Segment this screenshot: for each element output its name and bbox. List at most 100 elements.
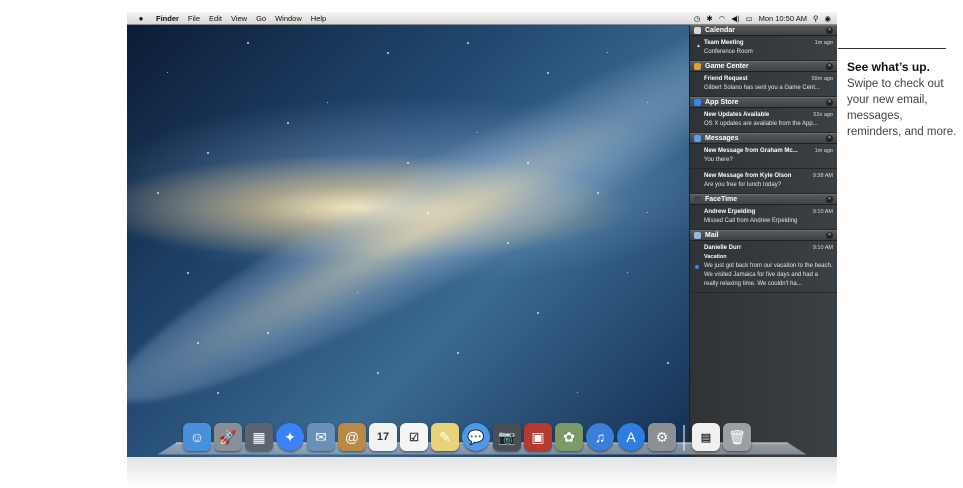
notification-group-header[interactable]: Game Center × (690, 61, 837, 72)
close-icon[interactable]: × (826, 232, 833, 239)
volume-icon[interactable]: ◀) (731, 14, 739, 23)
star (217, 392, 219, 394)
desktop-screenshot: ● Finder File Edit View Go Window Help ◷… (127, 12, 837, 457)
menu-finder[interactable]: Finder (156, 14, 179, 23)
bluetooth-icon[interactable]: ✱ (706, 14, 712, 23)
calendar-icon[interactable]: 17 (369, 423, 397, 451)
safari-icon[interactable]: ✦ (276, 423, 304, 451)
notification-time: 59m ago (811, 76, 833, 82)
notification-group-calendar: Calendar × ▲ Team Meeting 1m ago Conference R… (690, 25, 837, 61)
notification-item[interactable]: New Message from Graham Mc... 1m ago You t… (690, 144, 837, 168)
close-icon[interactable]: × (826, 27, 833, 34)
app-store-icon[interactable]: A (617, 423, 645, 451)
notification-time: 52s ago (813, 112, 833, 118)
notification-body: Are you free for lunch today? (704, 182, 782, 188)
wifi-icon[interactable]: ◠ (719, 14, 726, 23)
star (157, 192, 159, 194)
pages-document-icon[interactable]: ▤ (692, 423, 720, 451)
notification-body: You there? (704, 157, 733, 163)
star (667, 362, 669, 364)
notification-group-header[interactable]: Mail × (690, 230, 837, 241)
star (207, 152, 209, 154)
notification-subject: Vacation (704, 254, 727, 260)
star (197, 342, 199, 344)
notification-item[interactable]: Andrew Erpelding 9:10 AM Missed Call from … (690, 205, 837, 229)
trash-icon[interactable]: 🗑 (723, 423, 751, 451)
star (327, 102, 328, 103)
menu-file[interactable]: File (188, 14, 200, 23)
star (407, 162, 409, 164)
close-icon[interactable]: × (826, 99, 833, 106)
notification-title: New Message from Graham Mc... (704, 148, 798, 154)
clock[interactable]: Mon 10:50 AM (759, 14, 807, 23)
notification-body: Gilbert Solano has sent you a Game Cent.… (704, 85, 821, 91)
notification-group-app-store: App Store × New Updates Available 52s ago OS… (690, 97, 837, 133)
star (387, 52, 389, 54)
notification-app-name: Game Center (705, 63, 749, 70)
star (477, 132, 478, 133)
facetime-icon[interactable]: 📷 (493, 423, 521, 451)
star (547, 72, 549, 74)
stage: ● Finder File Edit View Go Window Help ◷… (0, 0, 963, 488)
star (167, 72, 168, 73)
close-icon[interactable]: × (826, 135, 833, 142)
star (457, 352, 459, 354)
close-icon[interactable]: × (826, 196, 833, 203)
contacts-icon[interactable]: @ (338, 423, 366, 451)
spotlight-search-icon[interactable]: ⚲ (813, 14, 819, 23)
menu-edit[interactable]: Edit (209, 14, 222, 23)
menu-view[interactable]: View (231, 14, 247, 23)
star (537, 312, 539, 314)
time-machine-icon[interactable]: ◷ (694, 14, 701, 23)
close-icon[interactable]: × (826, 63, 833, 70)
star (287, 122, 289, 124)
notification-time: 9:10 AM (812, 209, 833, 215)
notification-group-header[interactable]: Messages × (690, 133, 837, 144)
notification-item[interactable]: Danielle Durr 9:10 AM Vacation We just got … (690, 241, 837, 292)
system-preferences-icon[interactable]: ⚙ (648, 423, 676, 451)
notification-group-game-center: Game Center × Friend Request 59m ago Gilbert… (690, 61, 837, 97)
finder-icon[interactable]: ☺ (183, 423, 211, 451)
screen-reflection (127, 457, 837, 488)
launchpad-icon[interactable]: 🚀 (214, 423, 242, 451)
star (377, 372, 379, 374)
menu-window[interactable]: Window (275, 14, 302, 23)
callout-body: Swipe to check out your new email, messa… (847, 78, 957, 138)
notification-item[interactable]: New Updates Available 52s ago OS X updates… (690, 108, 837, 132)
notification-body: Conference Room (704, 49, 753, 55)
menu-help[interactable]: Help (311, 14, 326, 23)
app-store-icon (694, 99, 701, 106)
notification-item[interactable]: ▲ Team Meeting 1m ago Conference Room (690, 36, 837, 60)
game-center-icon (694, 63, 701, 70)
notification-center: Calendar × ▲ Team Meeting 1m ago Conference R… (689, 25, 837, 457)
mission-control-icon[interactable]: ▦ (245, 423, 273, 451)
star (647, 102, 648, 103)
mail-icon[interactable]: ✉ (307, 423, 335, 451)
messages-icon (694, 135, 701, 142)
alarm-icon: ▲ (696, 43, 701, 49)
divider (690, 292, 837, 293)
callout-title: See what’s up. (847, 60, 930, 74)
star (597, 192, 599, 194)
reminders-icon[interactable]: ☑ (400, 423, 428, 451)
notification-group-header[interactable]: App Store × (690, 97, 837, 108)
iphoto-icon[interactable]: ✿ (555, 423, 583, 451)
photo-booth-icon[interactable]: ▣ (524, 423, 552, 451)
star (247, 42, 249, 44)
notification-group-header[interactable]: FaceTime × (690, 194, 837, 205)
notification-item[interactable]: New Message from Kyle Olson 9:38 AM Are yo… (690, 169, 837, 193)
itunes-icon[interactable]: ♫ (586, 423, 614, 451)
notification-center-icon[interactable]: ◉ (824, 14, 831, 23)
star (607, 52, 608, 53)
notification-time: 9:38 AM (812, 173, 833, 179)
notification-item[interactable]: Friend Request 59m ago Gilbert Solano has … (690, 72, 837, 96)
menu-go[interactable]: Go (256, 14, 266, 23)
battery-icon[interactable]: ▭ (745, 14, 752, 23)
star (577, 392, 578, 393)
notification-group-header[interactable]: Calendar × (690, 25, 837, 36)
star (647, 212, 648, 213)
messages-icon[interactable]: 💬 (462, 423, 490, 451)
apple-menu-icon[interactable]: ● (135, 14, 147, 23)
notes-icon[interactable]: ✎ (431, 423, 459, 451)
notification-group-mail: Mail × Danielle Durr 9:10 AM Vacation We just… (690, 230, 837, 293)
